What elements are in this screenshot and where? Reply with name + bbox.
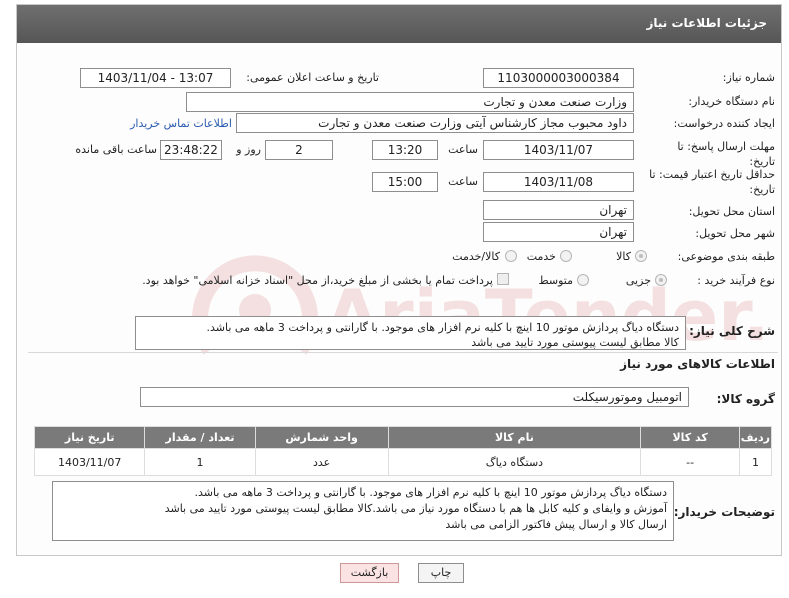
reply-deadline-time: 13:20 (372, 140, 438, 160)
buyer-org-value: وزارت صنعت معدن و تجارت (186, 92, 634, 112)
back-button[interactable]: بازگشت (340, 563, 399, 583)
price-validity-date: 1403/11/08 (483, 172, 634, 192)
province-value: تهران (483, 200, 634, 220)
days-label: روز و (236, 143, 261, 156)
cell-unit: عدد (254, 448, 389, 476)
announce-datetime-label: تاریخ و ساعت اعلان عمومی: (246, 71, 379, 84)
table-row: 1 -- دستگاه دیاگ عدد 1 1403/11/07 (33, 448, 773, 476)
general-description-text: دستگاه دیاگ پردازش موتور 10 اینچ با کلیه… (135, 316, 686, 350)
col-code: کد کالا (640, 426, 740, 449)
col-row: ردیف (738, 426, 773, 449)
price-validity-label: حداقل تاریخ اعتبار قیمت: تا تاریخ: (649, 168, 775, 196)
buyer-contact-link[interactable]: اطلاعات تماس خریدار (112, 117, 232, 130)
reply-deadline-label: مهلت ارسال پاسخ: تا تاریخ: (677, 140, 775, 168)
purchase-radio-medium[interactable] (577, 274, 589, 286)
purchase-type-label: نوع فرآیند خرید : (697, 274, 775, 287)
need-number-label: شماره نیاز: (722, 71, 775, 84)
reply-time-label: ساعت (448, 143, 478, 156)
category-radio-service[interactable] (560, 250, 572, 262)
category-option-goods-service: کالا/خدمت (452, 250, 500, 263)
goods-group-value: اتومبیل وموتورسیکلت (140, 387, 689, 407)
province-label: استان محل تحویل: (688, 205, 775, 218)
category-radio-goods[interactable] (635, 250, 647, 262)
cell-qty: 1 (144, 448, 256, 476)
reply-deadline-date: 1403/11/07 (483, 140, 634, 160)
price-time-label: ساعت (448, 175, 478, 188)
goods-group-label: گروه کالا: (716, 392, 775, 406)
goods-table-header: ردیف کد کالا نام کالا واحد شمارش تعداد /… (33, 426, 773, 449)
category-radio-goods-service[interactable] (505, 250, 517, 262)
divider (28, 352, 778, 353)
requester-label: ایجاد کننده درخواست: (673, 117, 775, 130)
purchase-option-medium: متوسط (538, 274, 573, 287)
remaining-label: ساعت باقی مانده (75, 143, 157, 156)
announce-datetime-value: 1403/11/04 - 13:07 (80, 68, 231, 88)
buyer-notes-text: دستگاه دیاگ پردازش موتور 10 اینچ با کلیه… (52, 481, 674, 541)
buyer-notes-line-1: دستگاه دیاگ پردازش موتور 10 اینچ با کلیه… (194, 486, 667, 499)
city-label: شهر محل تحویل: (695, 227, 775, 240)
general-description-label: شرح کلی نیاز: (689, 324, 775, 338)
city-value: تهران (483, 222, 634, 242)
page-title: جزئیات اطلاعات نیاز (646, 16, 767, 30)
cell-row: 1 (738, 448, 773, 476)
goods-table: ردیف کد کالا نام کالا واحد شمارش تعداد /… (33, 426, 773, 476)
goods-section-title: اطلاعات کالاهای مورد نیاز (620, 357, 775, 371)
reply-time-remaining: 23:48:22 (160, 140, 222, 160)
col-unit: واحد شمارش (254, 426, 389, 449)
buyer-notes-line-3: ارسال کالا و ارسال پیش فاکتور الزامی می … (445, 518, 667, 531)
cell-date: 1403/11/07 (33, 448, 146, 476)
col-qty: تعداد / مقدار (144, 426, 256, 449)
general-description-line-1: دستگاه دیاگ پردازش موتور 10 اینچ با کلیه… (206, 321, 679, 334)
price-validity-time: 15:00 (372, 172, 438, 192)
reply-days-remaining: 2 (265, 140, 333, 160)
treasury-checkbox[interactable] (497, 273, 509, 285)
col-name: نام کالا (387, 426, 642, 449)
need-number-value: 1103000003000384 (483, 68, 634, 88)
category-option-service: خدمت (526, 250, 556, 263)
category-label: طبقه بندی موضوعی: (677, 250, 775, 263)
purchase-radio-partial[interactable] (655, 274, 667, 286)
requester-value: داود محبوب مجاز کارشناس آیتی وزارت صنعت … (236, 113, 634, 133)
col-date: تاریخ نیاز (33, 426, 146, 449)
treasury-note: پرداخت تمام یا بخشی از مبلغ خرید،از محل … (142, 274, 493, 287)
panel-header: جزئیات اطلاعات نیاز (17, 5, 781, 43)
buyer-org-label: نام دستگاه خریدار: (688, 95, 775, 108)
purchase-option-partial: جزیی (625, 274, 651, 287)
category-option-goods: کالا (616, 250, 631, 263)
cell-code: -- (640, 448, 740, 476)
print-button[interactable]: چاپ (418, 563, 464, 583)
buyer-notes-label: توضیحات خریدار: (673, 505, 775, 519)
general-description-line-2: کالا مطابق لیست پیوستی مورد تایید می باش… (471, 336, 679, 349)
buyer-notes-line-2: آموزش و وایفای و کلیه کابل ها هم با دستگ… (164, 502, 667, 515)
cell-name: دستگاه دیاگ (387, 448, 642, 476)
